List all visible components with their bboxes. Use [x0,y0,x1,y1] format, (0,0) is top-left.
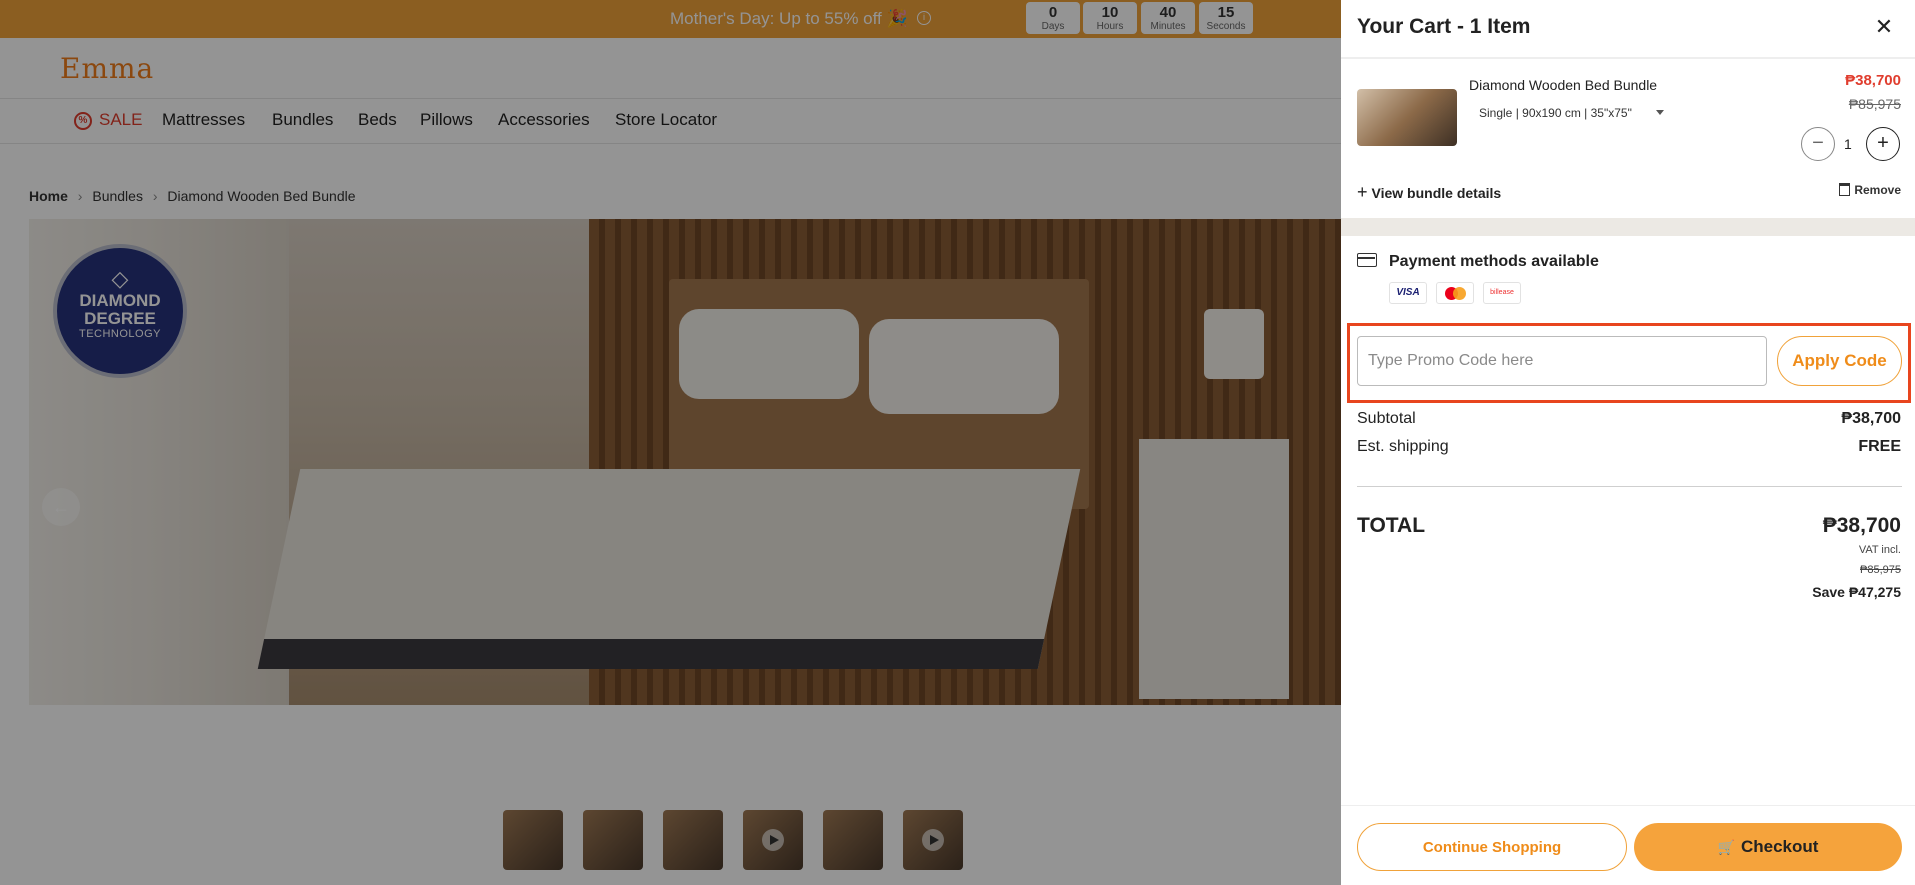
close-icon[interactable]: ✕ [1872,15,1896,39]
section-separator [1341,218,1915,236]
plus-icon[interactable]: + [1866,127,1900,161]
visa-logo: VISA [1389,282,1427,304]
minus-icon[interactable]: − [1801,127,1835,161]
plus-icon: + [1357,182,1368,202]
view-bundle-details-link[interactable]: + View bundle details [1357,182,1501,203]
credit-card-icon [1357,253,1377,267]
modal-backdrop[interactable] [0,0,1341,885]
payment-methods-title: Payment methods available [1389,253,1599,270]
mastercard-circle-yellow [1453,287,1466,300]
shipping-value: FREE [1858,438,1901,455]
remove-button[interactable]: Remove [1839,183,1901,197]
total-label: TOTAL [1357,514,1426,537]
trash-icon [1839,183,1851,196]
item-original-price: ₱85,975 [1848,96,1901,112]
mastercard-logo [1436,282,1474,304]
shopping-cart-icon: 🛒 [1717,839,1735,855]
savings-text: Save ₱47,275 [1812,584,1901,600]
vat-note: VAT incl. [1858,544,1901,556]
checkout-button[interactable]: 🛒 Checkout [1634,823,1902,871]
subtotal-value: ₱38,700 [1841,410,1901,427]
total-original-price: ₱85,975 [1860,564,1901,576]
divider [1341,805,1915,806]
product-name[interactable]: Diamond Wooden Bed Bundle [1469,77,1657,93]
variant-select[interactable]: Single | 90x190 cm | 35"x75" [1479,106,1632,120]
billease-logo: billease [1483,282,1521,304]
cart-drawer: Your Cart - 1 Item ✕ Diamond Wooden Bed … [1341,0,1915,885]
cart-title: Your Cart - 1 Item [1357,15,1531,38]
promo-code-input[interactable] [1357,336,1767,386]
caret-down-icon[interactable] [1656,110,1664,115]
continue-shopping-button[interactable]: Continue Shopping [1357,823,1627,871]
item-price: ₱38,700 [1845,72,1901,89]
view-bundle-label: View bundle details [1371,185,1502,201]
shipping-label: Est. shipping [1357,438,1449,455]
total-value: ₱38,700 [1822,514,1901,537]
checkout-label: Checkout [1740,837,1819,856]
subtotal-label: Subtotal [1357,410,1416,427]
product-thumbnail [1357,89,1457,146]
remove-label: Remove [1854,183,1901,197]
apply-code-button[interactable]: Apply Code [1777,336,1902,386]
quantity-value: 1 [1844,136,1852,152]
divider [1357,486,1902,487]
product-page: Mother's Day: Up to 55% off 🎉 i 0 Days 1… [0,0,1341,885]
divider [1341,57,1915,59]
